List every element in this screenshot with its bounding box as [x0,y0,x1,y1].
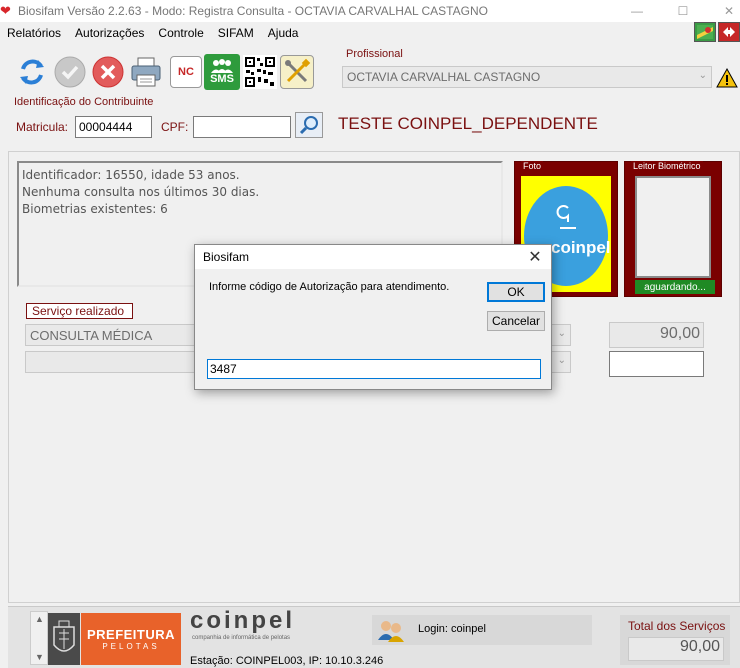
users-icon [378,621,404,642]
foto-legend: Foto [521,161,544,171]
prefeitura-line2: PELOTAS [102,642,160,651]
info-line: Biometrias existentes: 6 [22,202,168,216]
biometric-preview [635,176,711,278]
ok-label: OK [507,285,525,299]
close-window-button[interactable]: ✕ [706,0,740,22]
matricula-input[interactable] [75,116,152,138]
printer-icon [131,57,161,87]
servico-value: CONSULTA MÉDICA [30,328,153,343]
qrcode-icon [243,55,277,89]
servico-legend-box: Serviço realizado [26,303,133,319]
maximize-button[interactable]: ☐ [660,0,706,22]
footer-scrollbar[interactable]: ▲ ▼ [30,611,48,665]
menu-sifam[interactable]: SIFAM [211,22,261,44]
menu-bar: Relatórios Autorizações Controle SIFAM A… [0,22,740,44]
menu-controle[interactable]: Controle [151,22,210,44]
refresh-button[interactable] [14,54,50,90]
menu-relatorios[interactable]: Relatórios [0,22,68,44]
matricula-label: Matricula: [16,120,69,134]
coinpel-name: coinpel [190,607,296,634]
foto-logo-text: coinpel [551,238,611,257]
tools-button[interactable] [280,55,314,89]
cancel-icon [92,56,124,88]
map-pin-icon[interactable] [694,22,716,42]
menu-autorizacoes[interactable]: Autorizações [68,22,151,44]
leitor-frame: Leitor Biométrico aguardando... [624,161,722,297]
dialog-close-button[interactable]: ✕ [519,245,551,269]
window-title: Biosifam Versão 2.2.63 - Modo: Registra … [18,4,488,18]
scroll-down-icon: ▼ [35,652,44,662]
minimize-button[interactable]: — [614,0,660,22]
contribuinte-name: TESTE COINPEL_DEPENDENTE [338,114,598,133]
leitor-legend: Leitor Biométrico [631,161,703,171]
dialog-message: Informe código de Autorização para atend… [209,281,450,293]
search-icon [299,116,318,135]
prefeitura-logo: PREFEITURA PELOTAS [81,613,181,665]
authorization-dialog: Biosifam ✕ Informe código de Autorização… [194,244,552,390]
estacao-info: Estação: COINPEL003, IP: 10.10.3.246 [190,655,384,667]
menu-ajuda[interactable]: Ajuda [261,22,306,44]
sms-button[interactable]: SMS [204,54,240,90]
total-box: Total dos Serviços 90,00 [620,615,730,665]
toolbar: NC SMS [14,52,316,92]
sms-label: SMS [210,73,234,85]
coinpel-logo: coinpel companhia de informática de pelo… [190,607,340,649]
crest-icon [53,620,75,652]
login-box: Login: coinpel [372,615,592,645]
chevron-down-icon: ⌄ [557,328,566,339]
profissional-value: OCTAVIA CARVALHAL CASTAGNO [347,70,541,84]
dialog-cancel-button[interactable]: Cancelar [487,311,545,331]
total-value: 90,00 [628,637,724,661]
check-icon [54,56,86,88]
cpf-label: CPF: [161,120,189,134]
refresh-icon [20,59,44,85]
chevron-down-icon: ⌄ [698,70,707,81]
cpf-input[interactable] [193,116,291,138]
people-icon [211,59,233,73]
search-button[interactable] [295,112,323,138]
warning-icon[interactable] [716,67,738,89]
total-label: Total dos Serviços [628,619,726,633]
title-bar: ❤ Biosifam Versão 2.2.63 - Modo: Registr… [0,0,740,22]
nc-label: NC [178,66,194,78]
coinpel-tagline: companhia de informática de pelotas [192,635,291,641]
scroll-up-icon: ▲ [35,614,44,624]
leitor-status: aguardando... [635,280,715,294]
servico-legend: Serviço realizado [32,304,125,318]
info-line: Nenhuma consulta nos últimos 30 dias. [22,185,260,199]
prefeitura-line1: PREFEITURA [86,627,176,642]
pelotas-crest [48,613,80,665]
dialog-title: Biosifam [203,250,250,264]
nc-button[interactable]: NC [170,56,202,88]
cancel-button[interactable] [90,54,126,90]
chevron-down-icon: ⌄ [557,355,566,366]
qrcode-button[interactable] [242,54,278,90]
cancel-label: Cancelar [491,314,541,328]
servico-price: 90,00 [609,322,704,348]
servico-price-2[interactable] [609,351,704,377]
print-button[interactable] [128,54,164,90]
profissional-select[interactable]: OCTAVIA CARVALHAL CASTAGNO ⌄ [342,66,712,88]
info-line: Identificador: 16550, idade 53 anos. [22,168,240,182]
confirm-button[interactable] [52,54,88,90]
status-bar: ▲ ▼ PREFEITURA PELOTAS coinpel companhia… [8,606,740,668]
tools-icon [285,58,311,83]
login-info: Login: coinpel [418,623,486,635]
authorization-code-input[interactable] [207,359,541,379]
ok-button[interactable]: OK [487,282,545,302]
profissional-legend: Profissional [346,48,403,60]
dialog-title-bar: Biosifam [195,245,551,269]
heart-icon: ❤ [0,3,11,18]
contribuinte-legend: Identificação do Contribuinte [14,96,154,108]
swap-arrows-icon[interactable] [718,22,740,42]
